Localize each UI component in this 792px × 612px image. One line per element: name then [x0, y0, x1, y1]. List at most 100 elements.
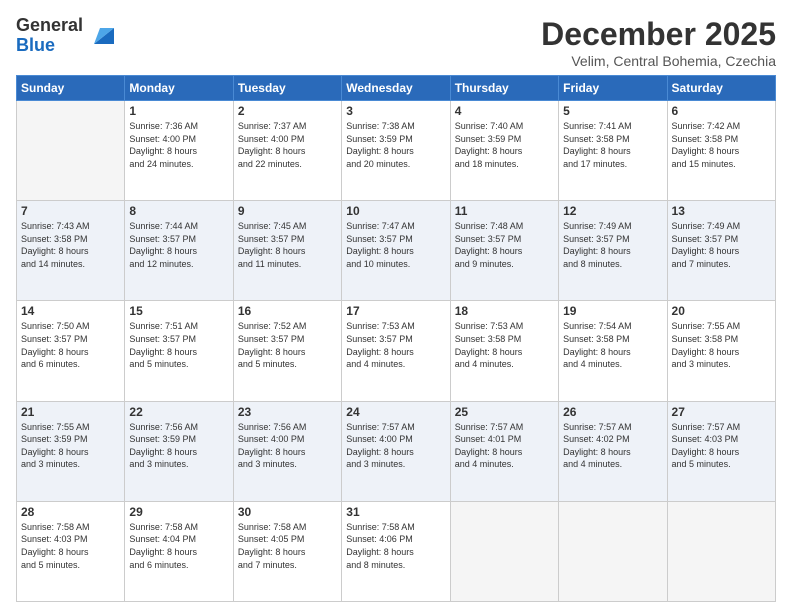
day-info: Sunrise: 7:49 AM Sunset: 3:57 PM Dayligh… — [672, 220, 771, 270]
logo-blue: Blue — [16, 36, 83, 56]
day-info: Sunrise: 7:57 AM Sunset: 4:01 PM Dayligh… — [455, 421, 554, 471]
calendar-cell: 30 Sunrise: 7:58 AM Sunset: 4:05 PM Dayli… — [233, 501, 341, 601]
day-number: 24 — [346, 405, 445, 419]
day-number: 22 — [129, 405, 228, 419]
day-number: 4 — [455, 104, 554, 118]
calendar-cell: 10Sunrise: 7:47 AM Sunset: 3:57 PM Dayli… — [342, 201, 450, 301]
calendar-cell: 31 Sunrise: 7:58 AM Sunset: 4:06 PM Dayli… — [342, 501, 450, 601]
day-info: Sunrise: 7:57 AM Sunset: 4:00 PM Dayligh… — [346, 421, 445, 471]
day-info: Sunrise: 7:44 AM Sunset: 3:57 PM Dayligh… — [129, 220, 228, 270]
calendar-cell: 24 Sunrise: 7:57 AM Sunset: 4:00 PM Dayli… — [342, 401, 450, 501]
day-number: 28 — [21, 505, 120, 519]
day-number: 30 — [238, 505, 337, 519]
day-number: 6 — [672, 104, 771, 118]
calendar-cell: 25 Sunrise: 7:57 AM Sunset: 4:01 PM Dayli… — [450, 401, 558, 501]
day-info: Sunrise: 7:58 AM Sunset: 4:04 PM Dayligh… — [129, 521, 228, 571]
day-info: Sunrise: 7:56 AM Sunset: 3:59 PM Dayligh… — [129, 421, 228, 471]
logo-icon — [86, 20, 118, 52]
month-title: December 2025 — [541, 16, 776, 53]
logo-general: General — [16, 16, 83, 36]
calendar-cell: 7Sunrise: 7:43 AM Sunset: 3:58 PM Daylig… — [17, 201, 125, 301]
day-info: Sunrise: 7:52 AM Sunset: 3:57 PM Dayligh… — [238, 320, 337, 370]
day-info: Sunrise: 7:45 AM Sunset: 3:57 PM Dayligh… — [238, 220, 337, 270]
day-info: Sunrise: 7:48 AM Sunset: 3:57 PM Dayligh… — [455, 220, 554, 270]
calendar-cell: 29Sunrise: 7:58 AM Sunset: 4:04 PM Dayli… — [125, 501, 233, 601]
day-info: Sunrise: 7:40 AM Sunset: 3:59 PM Dayligh… — [455, 120, 554, 170]
calendar-cell: 17 Sunrise: 7:53 AM Sunset: 3:57 PM Dayli… — [342, 301, 450, 401]
day-info: Sunrise: 7:41 AM Sunset: 3:58 PM Dayligh… — [563, 120, 662, 170]
day-info: Sunrise: 7:58 AM Sunset: 4:05 PM Dayligh… — [238, 521, 337, 571]
day-number: 21 — [21, 405, 120, 419]
day-number: 14 — [21, 304, 120, 318]
day-info: Sunrise: 7:57 AM Sunset: 4:03 PM Dayligh… — [672, 421, 771, 471]
day-number: 8 — [129, 204, 228, 218]
calendar-cell — [559, 501, 667, 601]
header-row: Sunday Monday Tuesday Wednesday Thursday… — [17, 76, 776, 101]
day-number: 1 — [129, 104, 228, 118]
title-block: December 2025 Velim, Central Bohemia, Cz… — [541, 16, 776, 69]
calendar-cell — [17, 101, 125, 201]
calendar-cell: 9 Sunrise: 7:45 AM Sunset: 3:57 PM Daylig… — [233, 201, 341, 301]
logo-text: General Blue — [16, 16, 83, 56]
table-row: 14 Sunrise: 7:50 AM Sunset: 3:57 PM Dayli… — [17, 301, 776, 401]
col-monday: Monday — [125, 76, 233, 101]
day-info: Sunrise: 7:56 AM Sunset: 4:00 PM Dayligh… — [238, 421, 337, 471]
day-info: Sunrise: 7:37 AM Sunset: 4:00 PM Dayligh… — [238, 120, 337, 170]
day-number: 20 — [672, 304, 771, 318]
day-number: 19 — [563, 304, 662, 318]
calendar-cell: 14 Sunrise: 7:50 AM Sunset: 3:57 PM Dayli… — [17, 301, 125, 401]
day-info: Sunrise: 7:50 AM Sunset: 3:57 PM Dayligh… — [21, 320, 120, 370]
calendar-cell: 20Sunrise: 7:55 AM Sunset: 3:58 PM Dayli… — [667, 301, 775, 401]
table-row: 28 Sunrise: 7:58 AM Sunset: 4:03 PM Dayli… — [17, 501, 776, 601]
table-row: 7Sunrise: 7:43 AM Sunset: 3:58 PM Daylig… — [17, 201, 776, 301]
day-info: Sunrise: 7:38 AM Sunset: 3:59 PM Dayligh… — [346, 120, 445, 170]
calendar-cell: 6 Sunrise: 7:42 AM Sunset: 3:58 PM Daylig… — [667, 101, 775, 201]
day-info: Sunrise: 7:42 AM Sunset: 3:58 PM Dayligh… — [672, 120, 771, 170]
day-number: 18 — [455, 304, 554, 318]
day-info: Sunrise: 7:58 AM Sunset: 4:03 PM Dayligh… — [21, 521, 120, 571]
calendar-cell: 5Sunrise: 7:41 AM Sunset: 3:58 PM Daylig… — [559, 101, 667, 201]
calendar-cell — [667, 501, 775, 601]
day-number: 12 — [563, 204, 662, 218]
calendar-cell: 27Sunrise: 7:57 AM Sunset: 4:03 PM Dayli… — [667, 401, 775, 501]
day-number: 25 — [455, 405, 554, 419]
table-row: 1 Sunrise: 7:36 AM Sunset: 4:00 PM Daylig… — [17, 101, 776, 201]
day-number: 16 — [238, 304, 337, 318]
day-number: 9 — [238, 204, 337, 218]
day-number: 31 — [346, 505, 445, 519]
day-info: Sunrise: 7:51 AM Sunset: 3:57 PM Dayligh… — [129, 320, 228, 370]
day-number: 7 — [21, 204, 120, 218]
header: General Blue December 2025 Velim, Centra… — [16, 16, 776, 69]
day-number: 3 — [346, 104, 445, 118]
calendar-table: Sunday Monday Tuesday Wednesday Thursday… — [16, 75, 776, 602]
day-number: 26 — [563, 405, 662, 419]
calendar-cell: 1 Sunrise: 7:36 AM Sunset: 4:00 PM Daylig… — [125, 101, 233, 201]
calendar-cell: 8 Sunrise: 7:44 AM Sunset: 3:57 PM Daylig… — [125, 201, 233, 301]
day-number: 11 — [455, 204, 554, 218]
calendar-cell — [450, 501, 558, 601]
col-thursday: Thursday — [450, 76, 558, 101]
day-info: Sunrise: 7:36 AM Sunset: 4:00 PM Dayligh… — [129, 120, 228, 170]
col-tuesday: Tuesday — [233, 76, 341, 101]
calendar-cell: 15Sunrise: 7:51 AM Sunset: 3:57 PM Dayli… — [125, 301, 233, 401]
day-info: Sunrise: 7:55 AM Sunset: 3:59 PM Dayligh… — [21, 421, 120, 471]
day-info: Sunrise: 7:53 AM Sunset: 3:58 PM Dayligh… — [455, 320, 554, 370]
calendar-cell: 2Sunrise: 7:37 AM Sunset: 4:00 PM Daylig… — [233, 101, 341, 201]
calendar-cell: 4 Sunrise: 7:40 AM Sunset: 3:59 PM Daylig… — [450, 101, 558, 201]
col-wednesday: Wednesday — [342, 76, 450, 101]
calendar-cell: 21 Sunrise: 7:55 AM Sunset: 3:59 PM Dayli… — [17, 401, 125, 501]
calendar-cell: 3 Sunrise: 7:38 AM Sunset: 3:59 PM Daylig… — [342, 101, 450, 201]
calendar-cell: 11 Sunrise: 7:48 AM Sunset: 3:57 PM Dayli… — [450, 201, 558, 301]
calendar-cell: 22 Sunrise: 7:56 AM Sunset: 3:59 PM Dayli… — [125, 401, 233, 501]
calendar-cell: 28 Sunrise: 7:58 AM Sunset: 4:03 PM Dayli… — [17, 501, 125, 601]
day-number: 10 — [346, 204, 445, 218]
day-number: 17 — [346, 304, 445, 318]
col-sunday: Sunday — [17, 76, 125, 101]
logo: General Blue — [16, 16, 118, 56]
day-info: Sunrise: 7:54 AM Sunset: 3:58 PM Dayligh… — [563, 320, 662, 370]
day-info: Sunrise: 7:53 AM Sunset: 3:57 PM Dayligh… — [346, 320, 445, 370]
calendar-cell: 18 Sunrise: 7:53 AM Sunset: 3:58 PM Dayli… — [450, 301, 558, 401]
calendar-cell: 12Sunrise: 7:49 AM Sunset: 3:57 PM Dayli… — [559, 201, 667, 301]
day-info: Sunrise: 7:58 AM Sunset: 4:06 PM Dayligh… — [346, 521, 445, 571]
page: General Blue December 2025 Velim, Centra… — [0, 0, 792, 612]
